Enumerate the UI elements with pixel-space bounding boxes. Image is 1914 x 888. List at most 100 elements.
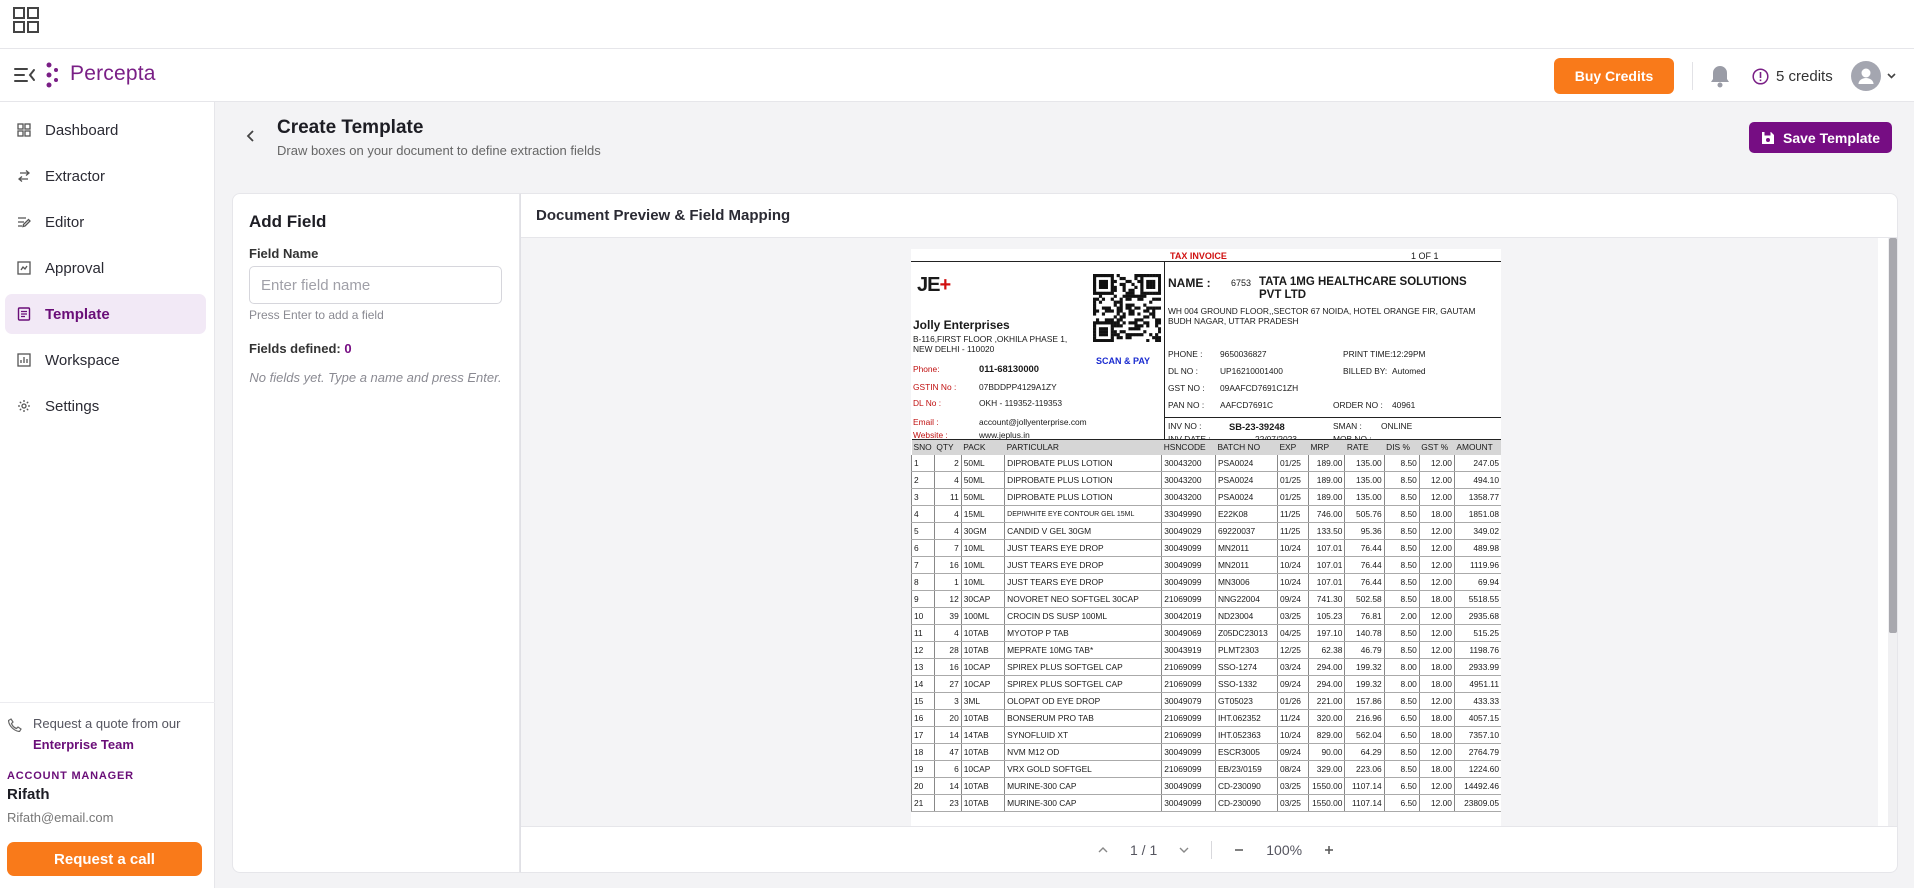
table-cell: 8.50: [1383, 539, 1420, 557]
sidebar-item-approval[interactable]: Approval: [5, 248, 206, 288]
grid-icon[interactable]: [13, 7, 39, 33]
table-cell: 14TAB: [960, 726, 1005, 744]
chevron-up-icon[interactable]: [1096, 843, 1110, 857]
table-cell: 01/26: [1276, 692, 1309, 710]
credits-indicator[interactable]: 5 credits: [1752, 64, 1833, 88]
account-manager-email: Rifath@email.com: [7, 810, 114, 825]
table-row: 4 4 15ML DEPIWHITE EYE CONTOUR GEL 15ML 3304…: [911, 505, 1501, 523]
table-cell: 320.00: [1307, 709, 1345, 727]
sidebar-item-dashboard[interactable]: Dashboard: [5, 110, 206, 150]
field-name-input[interactable]: [249, 266, 502, 304]
table-cell: 505.76: [1344, 505, 1385, 523]
table-cell: 133.50: [1307, 522, 1345, 540]
column-header: DIS %: [1384, 439, 1420, 455]
bell-icon[interactable]: [1708, 63, 1732, 89]
table-cell: JUST TEARS EYE DROP: [1004, 573, 1162, 591]
table-cell: PSA0024: [1214, 454, 1278, 472]
app-header: Percepta Buy Credits 5 credits: [0, 49, 1914, 102]
buy-credits-button[interactable]: Buy Credits: [1554, 58, 1674, 94]
table-cell: 50ML: [960, 454, 1005, 472]
table-cell: 247.05: [1453, 454, 1501, 472]
document-canvas[interactable]: TAX INVOICE 1 OF 1 JE+ SCAN & PAY Jolly …: [521, 238, 1878, 826]
table-row: 10 39 100ML CROCIN DS SUSP 100ML 30042019 ND2…: [911, 607, 1501, 625]
table-cell: 14: [911, 675, 935, 693]
table-cell: 221.00: [1307, 692, 1345, 710]
table-cell: 107.01: [1307, 573, 1345, 591]
print-time: 12:29PM: [1392, 349, 1426, 359]
menu-collapse-icon[interactable]: [14, 65, 36, 85]
tax-invoice-title: TAX INVOICE: [1170, 251, 1227, 261]
table-cell: 17: [911, 726, 935, 744]
table-cell: 8.50: [1383, 556, 1420, 574]
table-header-row: SNO QTY PACK PARTICULAR HSNCODE BATCH NO EXP MR…: [911, 439, 1501, 455]
table-cell: 140.78: [1344, 624, 1385, 642]
table-cell: 30049099: [1161, 556, 1216, 574]
table-cell: 12.00: [1418, 556, 1455, 574]
save-template-button[interactable]: Save Template: [1749, 122, 1892, 153]
table-cell: 1851.08: [1453, 505, 1501, 523]
table-cell: PSA0024: [1214, 471, 1278, 489]
info-icon: [1752, 67, 1769, 85]
table-cell: 90.00: [1307, 743, 1345, 761]
table-cell: 223.06: [1344, 760, 1385, 778]
table-cell: 1550.00: [1307, 794, 1345, 812]
table-cell: 20: [933, 709, 962, 727]
table-cell: 329.00: [1307, 760, 1345, 778]
table-cell: 19: [911, 760, 935, 778]
table-cell: IHT.062352: [1214, 709, 1278, 727]
buyer-phone-label: PHONE :: [1168, 349, 1203, 359]
table-cell: 1: [933, 573, 962, 591]
table-cell: 18: [911, 743, 935, 761]
table-cell: 30049079: [1161, 692, 1216, 710]
table-cell: DIPROBATE PLUS LOTION: [1004, 471, 1162, 489]
zoom-in-icon[interactable]: [1322, 843, 1336, 857]
table-cell: 18.00: [1418, 675, 1455, 693]
table-cell: 12.00: [1418, 624, 1455, 642]
quote-text: Request a quote from our: [33, 716, 181, 731]
preview-scrollbar-thumb[interactable]: [1889, 238, 1897, 633]
table-cell: 135.00: [1344, 471, 1385, 489]
chevron-down-icon[interactable]: [1177, 843, 1191, 857]
table-cell: 6.50: [1383, 794, 1420, 812]
table-cell: 16: [933, 556, 962, 574]
table-cell: 30042019: [1161, 607, 1216, 625]
request-call-button[interactable]: Request a call: [7, 842, 202, 876]
table-cell: 12/25: [1276, 641, 1309, 659]
sidebar-item-settings[interactable]: Settings: [5, 386, 206, 426]
invoice-page[interactable]: TAX INVOICE 1 OF 1 JE+ SCAN & PAY Jolly …: [911, 249, 1501, 826]
user-avatar[interactable]: [1851, 61, 1881, 91]
table-cell: JUST TEARS EYE DROP: [1004, 556, 1162, 574]
table-cell: 10CAP: [960, 760, 1005, 778]
add-field-title: Add Field: [249, 212, 327, 231]
seller-email-label: Email :: [913, 417, 939, 427]
table-cell: 12: [911, 641, 935, 659]
column-header: EXP: [1277, 439, 1309, 455]
sidebar-item-template[interactable]: Template: [5, 294, 206, 334]
table-row: 6 7 10ML JUST TEARS EYE DROP 30049099 MN2011 1…: [911, 539, 1501, 557]
table-row: 3 11 50ML DIPROBATE PLUS LOTION 30043200 PSA0…: [911, 488, 1501, 506]
table-cell: 01/25: [1276, 454, 1309, 472]
table-cell: 16: [911, 709, 935, 727]
table-cell: 8.50: [1383, 471, 1420, 489]
seller-name: Jolly Enterprises: [913, 318, 1010, 332]
table-cell: 8: [911, 573, 935, 591]
preview-title: Document Preview & Field Mapping: [536, 207, 791, 224]
column-header: MRP: [1308, 439, 1345, 455]
sidebar-item-editor[interactable]: Editor: [5, 202, 206, 242]
sidebar-item-extractor[interactable]: Extractor: [5, 156, 206, 196]
table-cell: 10ML: [960, 573, 1005, 591]
table-row: 11 4 10TAB MYOTOP P TAB 30049069 Z05DC23013 04…: [911, 624, 1501, 642]
table-cell: 10TAB: [960, 624, 1005, 642]
zoom-out-icon[interactable]: [1232, 843, 1246, 857]
table-cell: 23: [933, 794, 962, 812]
table-cell: 12.00: [1418, 471, 1455, 489]
sidebar-divider: [0, 702, 215, 703]
chevron-down-icon[interactable]: [1886, 70, 1897, 81]
sidebar-item-workspace[interactable]: Workspace: [5, 340, 206, 380]
table-cell: 8.50: [1383, 488, 1420, 506]
table-cell: 18.00: [1418, 760, 1455, 778]
sidebar: Dashboard Extractor Editor Approval Temp…: [0, 102, 215, 888]
enterprise-team-link[interactable]: Enterprise Team: [33, 735, 134, 755]
back-arrow-icon[interactable]: [244, 125, 258, 147]
preview-scrollbar[interactable]: [1888, 238, 1897, 826]
